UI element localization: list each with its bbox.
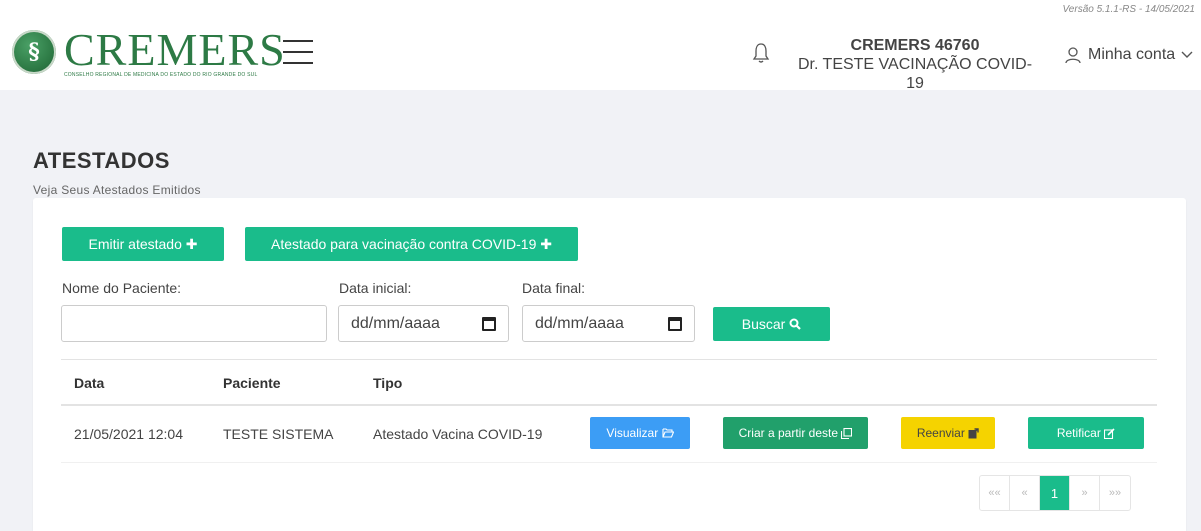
criar-label: Criar a partir deste [738, 426, 839, 440]
nome-paciente-input[interactable] [61, 305, 327, 342]
logo-wordmark: CREMERS [64, 24, 286, 75]
reenviar-label: Reenviar [916, 426, 965, 440]
table-header-divider [61, 404, 1157, 406]
data-inicial-input[interactable]: dd/mm/aaaa [338, 305, 509, 342]
emitir-atestado-button[interactable]: Emitir atestado ✚ [62, 227, 224, 261]
pagination-next[interactable]: » [1070, 476, 1100, 510]
cremers-logo[interactable]: § CREMERS CONSELHO REGIONAL DE MEDICINA … [12, 24, 286, 78]
pagination-prev[interactable]: « [1010, 476, 1040, 510]
row-paciente: TESTE SISTEMA [223, 426, 334, 442]
data-final-label: Data final: [522, 280, 586, 296]
logo-emblem-icon: § [12, 30, 56, 74]
bell-icon[interactable] [752, 42, 770, 64]
visualizar-button[interactable]: Visualizar [590, 417, 690, 449]
plus-icon: ✚ [540, 235, 552, 252]
search-icon [789, 318, 802, 330]
calendar-icon[interactable] [482, 316, 496, 331]
data-final-input[interactable]: dd/mm/aaaa [522, 305, 695, 342]
menu-icon[interactable] [283, 40, 313, 64]
version-text: Versão 5.1.1-RS - 14/05/2021 [1062, 4, 1196, 15]
chevron-down-icon [1181, 51, 1193, 58]
account-menu[interactable]: Minha conta [1064, 46, 1199, 64]
page-subtitle: Veja Seus Atestados Emitidos [33, 183, 201, 197]
data-final-placeholder: dd/mm/aaaa [535, 314, 624, 332]
pagination-first[interactable]: «« [980, 476, 1010, 510]
column-header-data: Data [74, 375, 105, 391]
pagination-page-1[interactable]: 1 [1040, 476, 1070, 510]
nome-paciente-label: Nome do Paciente: [62, 280, 182, 296]
emitir-label: Emitir atestado [88, 236, 182, 252]
buscar-label: Buscar [741, 316, 786, 332]
atestados-card: Emitir atestado ✚ Atestado para vacinaçã… [33, 198, 1186, 531]
calendar-icon[interactable] [668, 316, 682, 331]
data-inicial-label: Data inicial: [339, 280, 412, 296]
data-inicial-placeholder: dd/mm/aaaa [351, 314, 440, 332]
table-top-divider [61, 359, 1157, 360]
pagination: «« « 1 » »» [979, 475, 1131, 511]
edit-icon [1104, 427, 1115, 439]
row-tipo: Atestado Vacina COVID-19 [373, 426, 543, 442]
reenviar-button[interactable]: Reenviar [901, 417, 995, 449]
folder-open-icon [662, 428, 674, 438]
table-row-divider [61, 462, 1157, 463]
criar-a-partir-button[interactable]: Criar a partir deste [723, 417, 868, 449]
plus-icon: ✚ [185, 235, 198, 252]
user-crm: CREMERS 46760 [850, 37, 980, 54]
retificar-label: Retificar [1056, 426, 1101, 440]
account-label: Minha conta [1088, 46, 1176, 63]
top-header: Versão 5.1.1-RS - 14/05/2021 § CREMERS C… [0, 0, 1201, 93]
buscar-button[interactable]: Buscar [713, 307, 830, 341]
pagination-last[interactable]: »» [1100, 476, 1130, 510]
logo-subtitle: CONSELHO REGIONAL DE MEDICINA DO ESTADO … [64, 72, 258, 78]
user-info: CREMERS 46760 Dr. TESTE VACINAÇÃO COVID-… [790, 37, 1040, 93]
retificar-button[interactable]: Retificar [1028, 417, 1144, 449]
row-data: 21/05/2021 12:04 [74, 426, 183, 442]
user-name: Dr. TESTE VACINAÇÃO COVID-19 [797, 56, 1033, 92]
share-icon [968, 427, 979, 438]
column-header-tipo: Tipo [373, 375, 403, 391]
visualizar-label: Visualizar [606, 426, 659, 440]
page-title: ATESTADOS [33, 148, 170, 173]
copy-icon [841, 427, 853, 439]
column-header-paciente: Paciente [223, 375, 281, 391]
covid-label: Atestado para vacinação contra COVID-19 [271, 236, 537, 252]
user-icon [1065, 47, 1081, 64]
atestado-covid-button[interactable]: Atestado para vacinação contra COVID-19 … [245, 227, 578, 261]
